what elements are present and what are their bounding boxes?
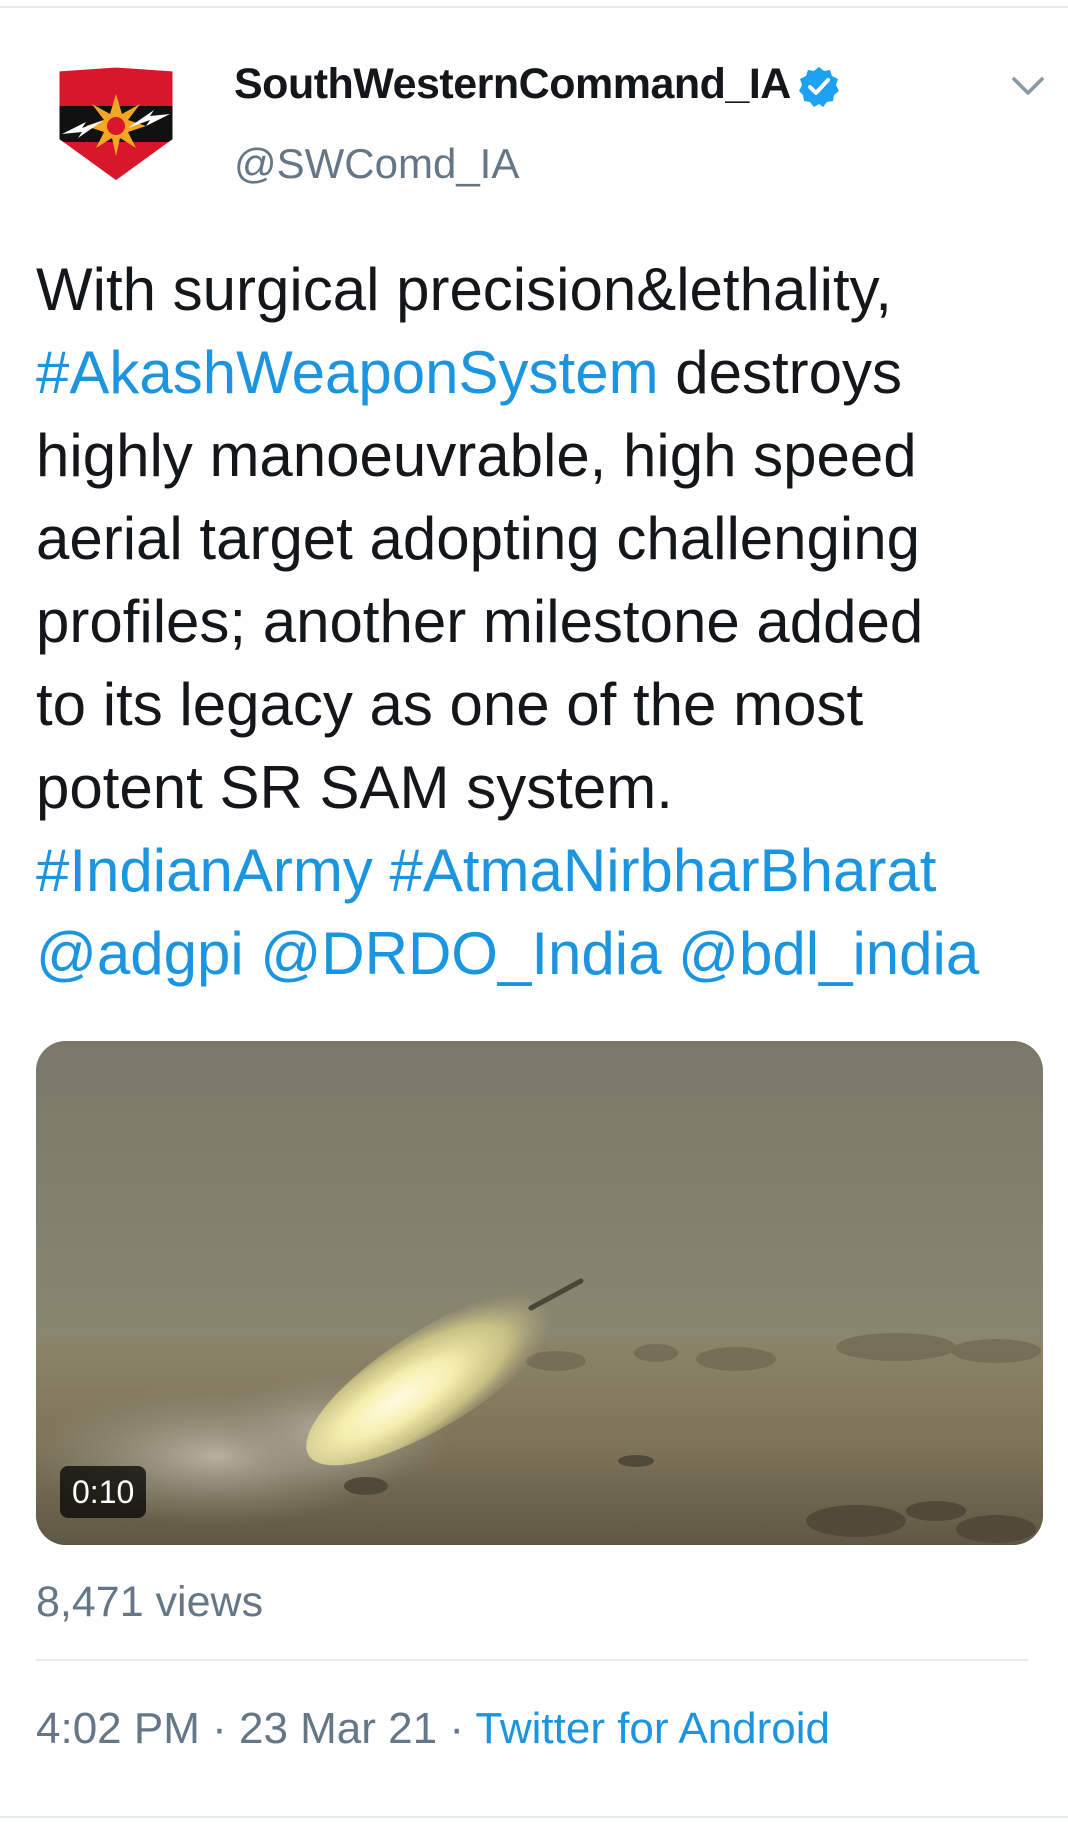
- hashtag-link[interactable]: #IndianArmy: [36, 837, 373, 904]
- tweet-text: With surgical precision&lethality, #Akash…: [36, 248, 1056, 995]
- mention-link[interactable]: @adgpi: [36, 920, 244, 987]
- tweet-text-segment: [373, 837, 390, 904]
- hashtag-link[interactable]: #AkashWeaponSystem: [36, 339, 659, 406]
- tweet-text-segment: potent SR SAM system.: [36, 754, 673, 821]
- tweet-text-segment: [244, 920, 261, 987]
- tweet-text-segment: highly manoeuvrable, high speed: [36, 422, 917, 489]
- hashtag-link[interactable]: #AtmaNirbharBharat: [390, 837, 937, 904]
- verified-badge-icon: [799, 67, 839, 107]
- bottom-divider: [0, 1816, 1068, 1818]
- tweet-text-line: highly manoeuvrable, high speed: [36, 414, 1056, 497]
- tweet-text-line: potent SR SAM system.: [36, 746, 1056, 829]
- tweet-meta: 4:02 PM · 23 Mar 21 · Twitter for Androi…: [36, 1704, 830, 1754]
- meta-divider: [36, 1659, 1028, 1661]
- top-divider: [0, 6, 1068, 8]
- mention-link[interactable]: @DRDO_India: [260, 920, 661, 987]
- tweet-text-line: profiles; another milestone added: [36, 580, 1056, 663]
- tweet-text-line: #AkashWeaponSystem destroys: [36, 331, 1056, 414]
- tweet-date[interactable]: 23 Mar 21: [239, 1704, 437, 1753]
- army-command-emblem-icon: [56, 64, 176, 184]
- video-duration-badge: 0:10: [60, 1466, 147, 1518]
- tweet-text-line: With surgical precision&lethality,: [36, 248, 1056, 331]
- tweet-text-segment: destroys: [658, 339, 902, 406]
- tweet-time: 4:02 PM: [36, 1704, 200, 1753]
- tweet-text-segment: profiles; another milestone added: [36, 588, 924, 655]
- video-player[interactable]: 0:10: [36, 1041, 1043, 1545]
- author-display-name[interactable]: SouthWesternCommand_IA: [234, 60, 791, 109]
- tweet-text-line: @adgpi @DRDO_India @bdl_india: [36, 912, 1056, 995]
- tweet-text-segment: [661, 920, 678, 987]
- tweet-text-segment: to its legacy as one of the most: [36, 671, 864, 738]
- meta-separator: ·: [437, 1704, 476, 1753]
- tweet-source-link[interactable]: Twitter for Android: [475, 1704, 830, 1753]
- view-count: 8,471 views: [36, 1578, 264, 1626]
- tweet-text-line: aerial target adopting challenging: [36, 497, 1056, 580]
- tweet-text-segment: With surgical precision&lethality,: [36, 256, 892, 323]
- meta-separator: ·: [199, 1704, 239, 1753]
- video-thumbnail: [36, 1041, 1043, 1545]
- tweet-text-line: to its legacy as one of the most: [36, 663, 1056, 746]
- author-handle[interactable]: @SWComd_IA: [234, 140, 519, 188]
- mention-link[interactable]: @bdl_india: [678, 920, 979, 987]
- tweet-text-line: #IndianArmy #AtmaNirbharBharat: [36, 829, 1056, 912]
- chevron-down-icon[interactable]: [1010, 74, 1046, 98]
- avatar[interactable]: [56, 64, 176, 184]
- tweet-text-segment: aerial target adopting challenging: [36, 505, 920, 572]
